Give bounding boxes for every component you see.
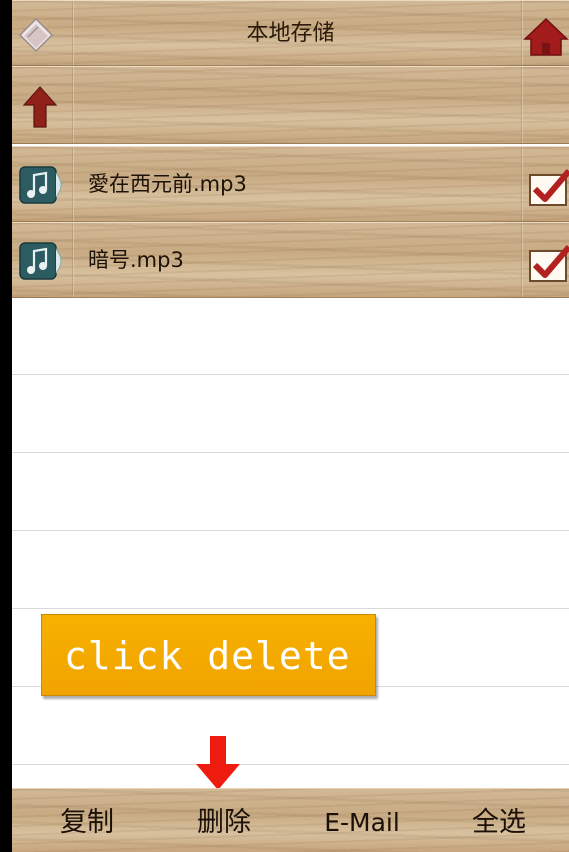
file-manager-screen: 本地存储 愛在西元前.mp3 暗号.mp3 click delete 复制 删除… bbox=[0, 0, 569, 852]
row-divider-right bbox=[521, 67, 523, 143]
page-title: 本地存储 bbox=[246, 21, 335, 46]
bottom-toolbar: 复制 删除 E-Mail 全选 bbox=[12, 788, 569, 852]
copy-button[interactable]: 复制 bbox=[52, 789, 122, 852]
row-divider-right bbox=[521, 147, 523, 221]
list-item[interactable]: 暗号.mp3 bbox=[12, 222, 569, 298]
checkbox-checked-icon[interactable] bbox=[527, 165, 569, 207]
music-file-icon bbox=[19, 166, 62, 204]
header-bar: 本地存储 bbox=[12, 0, 569, 66]
instruction-callout: click delete bbox=[41, 614, 376, 696]
row-divider-right bbox=[521, 223, 523, 297]
file-name: 暗号.mp3 bbox=[88, 248, 184, 272]
list-separator bbox=[12, 452, 569, 453]
list-separator bbox=[12, 530, 569, 531]
screen-left-edge bbox=[0, 0, 12, 852]
list-separator bbox=[12, 764, 569, 765]
select-all-button[interactable]: 全选 bbox=[462, 789, 536, 852]
list-item[interactable]: 愛在西元前.mp3 bbox=[12, 146, 569, 222]
parent-folder-row[interactable] bbox=[12, 66, 569, 144]
home-icon[interactable] bbox=[523, 17, 569, 57]
row-divider-left bbox=[72, 67, 74, 143]
list-separator bbox=[12, 374, 569, 375]
delete-button[interactable]: 删除 bbox=[188, 789, 260, 852]
row-divider-left bbox=[72, 223, 74, 297]
pointer-arrow-icon bbox=[196, 736, 240, 790]
up-arrow-icon[interactable] bbox=[22, 85, 58, 129]
row-divider-left bbox=[72, 147, 74, 221]
music-file-icon bbox=[19, 242, 62, 280]
file-name: 愛在西元前.mp3 bbox=[88, 172, 247, 196]
instruction-text: click delete bbox=[64, 634, 351, 678]
checkbox-checked-icon[interactable] bbox=[527, 241, 569, 283]
list-separator bbox=[12, 608, 569, 609]
email-button[interactable]: E-Mail bbox=[310, 789, 414, 852]
